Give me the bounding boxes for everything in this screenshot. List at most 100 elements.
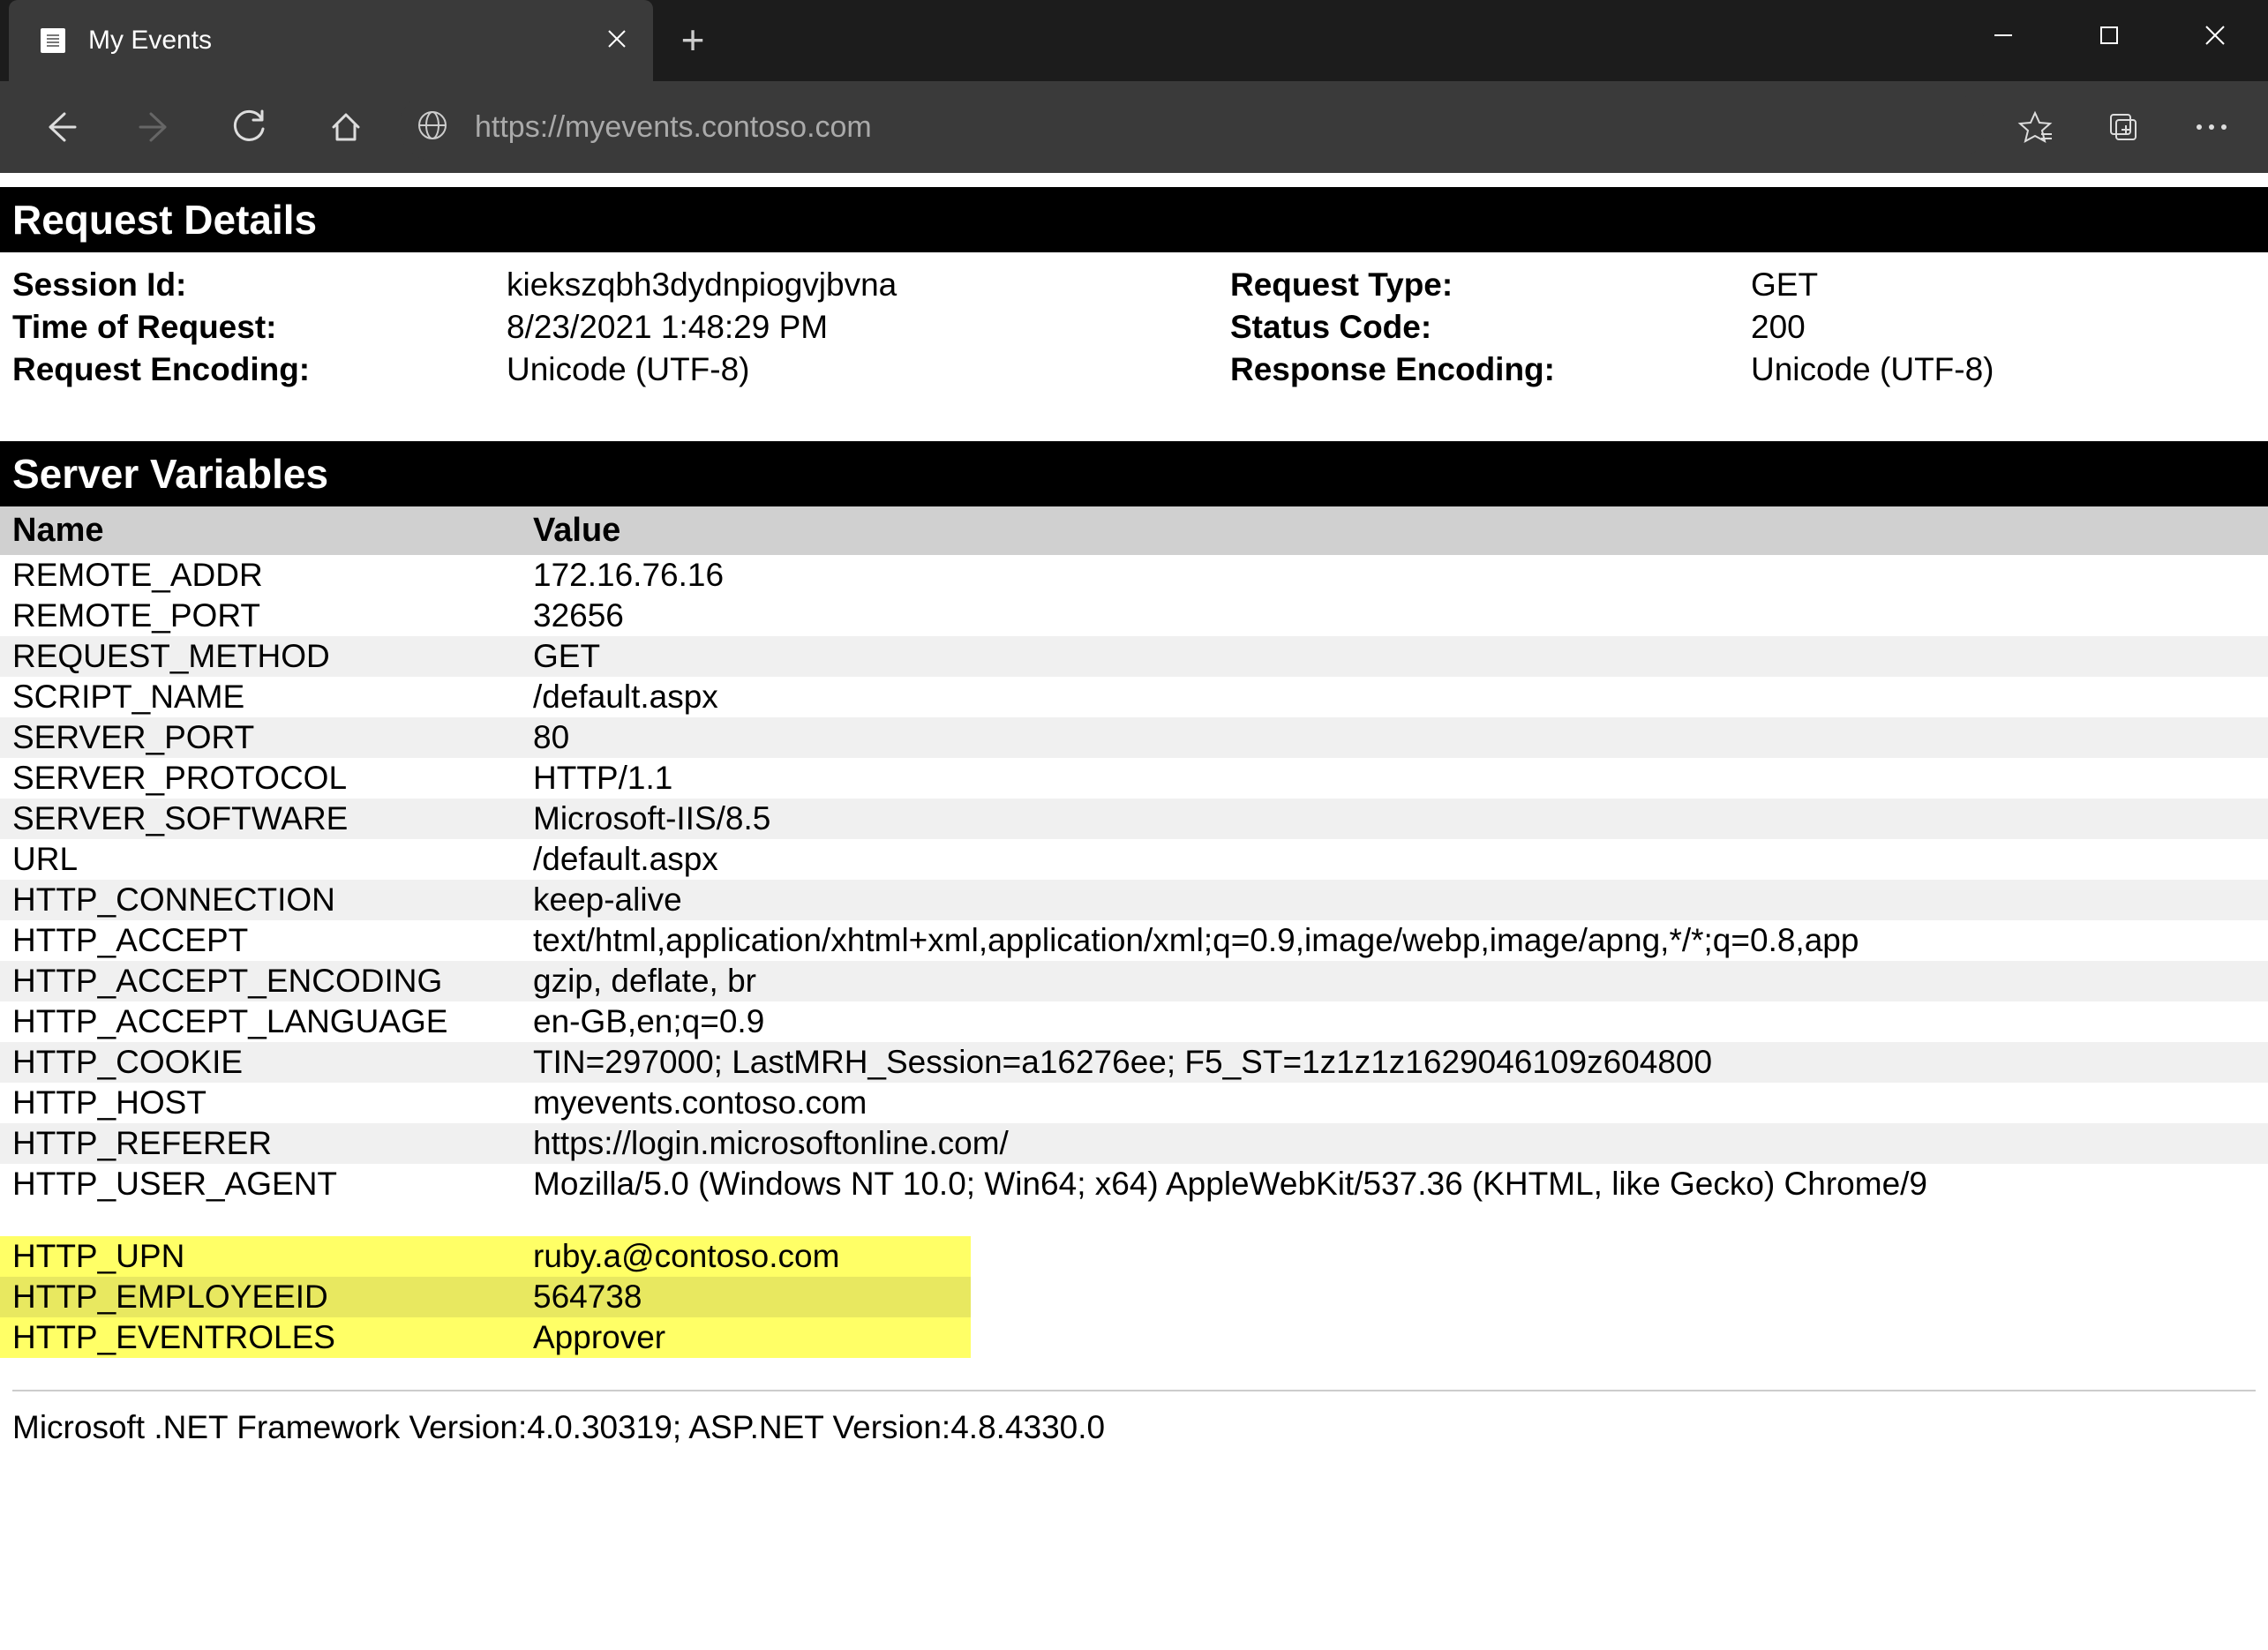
label-request-encoding: Request Encoding: — [12, 351, 507, 388]
cell-name: SERVER_PROTOCOL — [12, 760, 533, 797]
home-button[interactable] — [298, 92, 394, 162]
table-row: HTTP_ACCEPT_LANGUAGEen-GB,en;q=0.9 — [0, 1001, 2268, 1042]
minimize-button[interactable] — [1950, 0, 2056, 71]
cell-name: SCRIPT_NAME — [12, 679, 533, 716]
cell-value: myevents.contoso.com — [533, 1084, 2256, 1121]
value-request-encoding: Unicode (UTF-8) — [507, 351, 1230, 388]
forward-button[interactable] — [108, 92, 203, 162]
cell-name: HTTP_HOST — [12, 1084, 533, 1121]
cell-name: HTTP_UPN — [12, 1238, 533, 1275]
value-session-id: kiekszqbh3dydnpiogvjbvna — [507, 266, 1230, 304]
titlebar: My Events + — [0, 0, 2268, 81]
globe-icon — [417, 109, 448, 146]
cell-name: HTTP_ACCEPT — [12, 922, 533, 959]
favorite-button[interactable] — [1991, 92, 2079, 162]
separator — [12, 1390, 2256, 1391]
table-row: HTTP_CONNECTIONkeep-alive — [0, 880, 2268, 920]
cell-name: SERVER_SOFTWARE — [12, 800, 533, 837]
label-session-id: Session Id: — [12, 266, 507, 304]
table-row: SCRIPT_NAME/default.aspx — [0, 677, 2268, 717]
col-value: Value — [533, 512, 2256, 550]
tab-title: My Events — [88, 26, 598, 56]
page-content: Request Details Session Id: kiekszqbh3dy… — [0, 173, 2268, 1481]
table-row: REQUEST_METHODGET — [0, 636, 2268, 677]
cell-name: REQUEST_METHOD — [12, 638, 533, 675]
table-row: HTTP_USER_AGENTMozilla/5.0 (Windows NT 1… — [0, 1164, 2268, 1204]
cell-value: HTTP/1.1 — [533, 760, 2256, 797]
cell-value: /default.aspx — [533, 679, 2256, 716]
cell-value: 32656 — [533, 597, 2256, 634]
url-text: https://myevents.contoso.com — [475, 110, 872, 145]
cell-name: HTTP_REFERER — [12, 1125, 533, 1162]
cell-name: URL — [12, 841, 533, 878]
label-status-code: Status Code: — [1230, 309, 1751, 346]
cell-value: Approver — [533, 1319, 958, 1356]
collections-button[interactable] — [2079, 92, 2167, 162]
window-controls — [1950, 0, 2268, 81]
footer-version: Microsoft .NET Framework Version:4.0.303… — [0, 1409, 2268, 1481]
cell-name: REMOTE_PORT — [12, 597, 533, 634]
table-row: HTTP_COOKIETIN=297000; LastMRH_Session=a… — [0, 1042, 2268, 1083]
new-tab-button[interactable]: + — [653, 0, 732, 79]
cell-value: Microsoft-IIS/8.5 — [533, 800, 2256, 837]
cell-value: keep-alive — [533, 881, 2256, 919]
cell-value: https://login.microsoftonline.com/ — [533, 1125, 2256, 1162]
value-time-of-request: 8/23/2021 1:48:29 PM — [507, 309, 1230, 346]
request-details-grid: Session Id: kiekszqbh3dydnpiogvjbvna Req… — [0, 252, 2268, 441]
request-details-header: Request Details — [0, 187, 2268, 252]
table-row: HTTP_REFERERhttps://login.microsoftonlin… — [0, 1123, 2268, 1164]
cell-value: Mozilla/5.0 (Windows NT 10.0; Win64; x64… — [533, 1166, 2256, 1203]
table-row: SERVER_PORT80 — [0, 717, 2268, 758]
table-row: SERVER_PROTOCOLHTTP/1.1 — [0, 758, 2268, 799]
cell-name: REMOTE_ADDR — [12, 557, 533, 594]
cell-name: HTTP_CONNECTION — [12, 881, 533, 919]
highlight-row: HTTP_EVENTROLESApprover — [0, 1317, 971, 1358]
highlight-row: HTTP_EMPLOYEEID564738 — [0, 1277, 971, 1317]
cell-name: SERVER_PORT — [12, 719, 533, 756]
browser-toolbar: https://myevents.contoso.com — [0, 81, 2268, 173]
cell-name: HTTP_ACCEPT_ENCODING — [12, 963, 533, 1000]
table-row: HTTP_ACCEPT_ENCODINGgzip, deflate, br — [0, 961, 2268, 1001]
label-request-type: Request Type: — [1230, 266, 1751, 304]
value-status-code: 200 — [1751, 309, 2256, 346]
highlight-row: HTTP_UPNruby.a@contoso.com — [0, 1236, 971, 1277]
server-variables-header: Server Variables — [0, 441, 2268, 506]
col-name: Name — [12, 512, 533, 550]
cell-value: 564738 — [533, 1279, 958, 1316]
table-row: HTTP_ACCEPTtext/html,application/xhtml+x… — [0, 920, 2268, 961]
table-row: HTTP_HOSTmyevents.contoso.com — [0, 1083, 2268, 1123]
close-window-button[interactable] — [2162, 0, 2268, 71]
cell-value: gzip, deflate, br — [533, 963, 2256, 1000]
refresh-button[interactable] — [203, 92, 298, 162]
cell-value: 80 — [533, 719, 2256, 756]
label-time-of-request: Time of Request: — [12, 309, 507, 346]
table-row: SERVER_SOFTWAREMicrosoft-IIS/8.5 — [0, 799, 2268, 839]
table-row: REMOTE_PORT32656 — [0, 596, 2268, 636]
back-button[interactable] — [12, 92, 108, 162]
tab-favicon — [41, 28, 65, 53]
cell-name: HTTP_EMPLOYEEID — [12, 1279, 533, 1316]
cell-name: HTTP_EVENTROLES — [12, 1319, 533, 1356]
cell-name: HTTP_ACCEPT_LANGUAGE — [12, 1003, 533, 1040]
settings-more-button[interactable] — [2167, 92, 2256, 162]
cell-value: en-GB,en;q=0.9 — [533, 1003, 2256, 1040]
server-variables-rows: REMOTE_ADDR172.16.76.16REMOTE_PORT32656R… — [0, 555, 2268, 1204]
cell-value: ruby.a@contoso.com — [533, 1238, 958, 1275]
value-response-encoding: Unicode (UTF-8) — [1751, 351, 2256, 388]
address-bar[interactable]: https://myevents.contoso.com — [399, 94, 1986, 161]
browser-tab[interactable]: My Events — [9, 0, 653, 81]
table-row: REMOTE_ADDR172.16.76.16 — [0, 555, 2268, 596]
cell-name: HTTP_COOKIE — [12, 1044, 533, 1081]
cell-value: 172.16.76.16 — [533, 557, 2256, 594]
value-request-type: GET — [1751, 266, 2256, 304]
cell-value: /default.aspx — [533, 841, 2256, 878]
server-variables-column-header: Name Value — [0, 506, 2268, 555]
table-row: URL/default.aspx — [0, 839, 2268, 880]
cell-name: HTTP_USER_AGENT — [12, 1166, 533, 1203]
cell-value: GET — [533, 638, 2256, 675]
cell-value: TIN=297000; LastMRH_Session=a16276ee; F5… — [533, 1044, 2256, 1081]
label-response-encoding: Response Encoding: — [1230, 351, 1751, 388]
cell-value: text/html,application/xhtml+xml,applicat… — [533, 922, 2256, 959]
maximize-button[interactable] — [2056, 0, 2162, 71]
close-tab-button[interactable] — [598, 26, 635, 56]
